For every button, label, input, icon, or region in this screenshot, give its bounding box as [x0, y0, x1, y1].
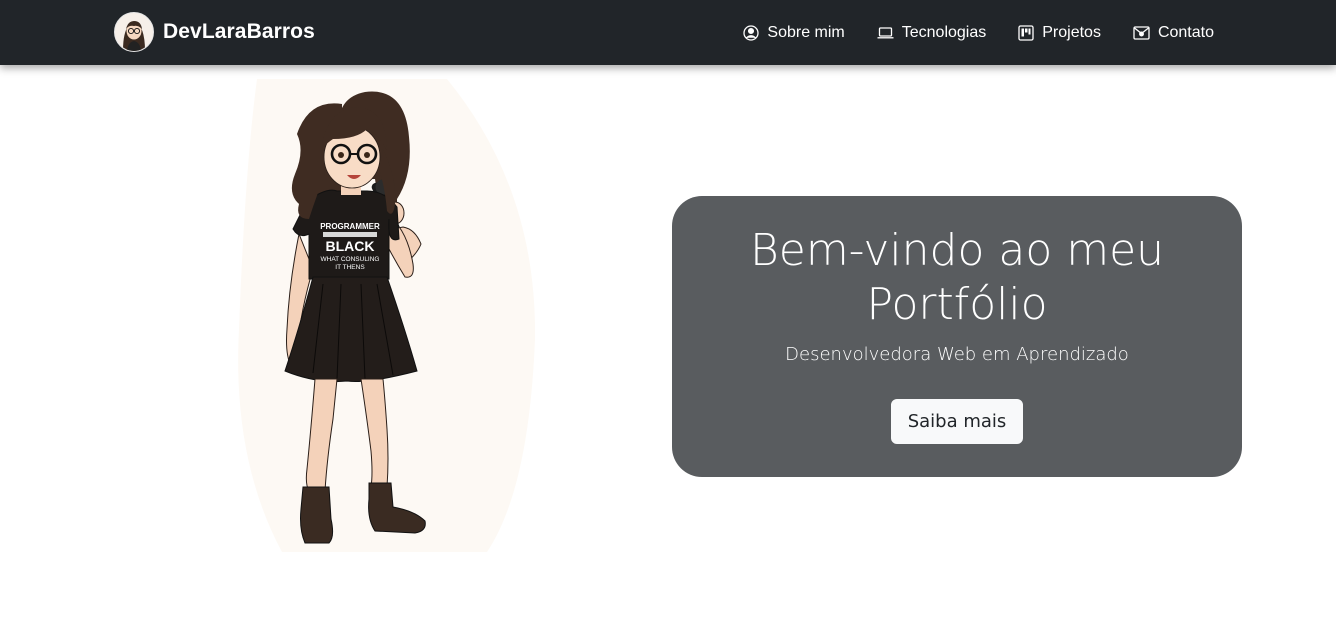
shirt-line-1: PROGRAMMER — [320, 222, 380, 231]
nav-link-tecnologias[interactable]: Tecnologias — [877, 23, 987, 42]
shirt-line-2: BLACK — [326, 238, 375, 254]
welcome-card: Bem-vindo ao meu Portfólio Desenvolvedor… — [672, 196, 1242, 477]
page-title: Bem-vindo ao meu Portfólio — [749, 225, 1165, 330]
nav-link-label: Projetos — [1042, 23, 1101, 41]
nav-link-contato[interactable]: Contato — [1133, 24, 1214, 42]
laptop-icon — [877, 25, 902, 41]
brand-name: DevLaraBarros — [163, 20, 315, 43]
kanban-icon — [1018, 24, 1042, 41]
nav-link-sobre-mim[interactable]: Sobre mim — [743, 23, 845, 42]
page-subtitle: Desenvolvedora Web em Aprendizado — [785, 344, 1129, 365]
brand-link[interactable]: DevLaraBarros — [114, 12, 315, 52]
nav-link-label: Contato — [1157, 23, 1214, 41]
girl-with-microphone-illustration: PROGRAMMER BLACK WHAT CONSULING IT THENS — [237, 79, 537, 552]
avatar — [114, 12, 154, 52]
saiba-mais-button[interactable]: Saiba mais — [890, 399, 1024, 444]
nav-link-label: Sobre mim — [767, 23, 845, 41]
nav-link-label: Tecnologias — [901, 23, 987, 41]
shirt-line-4: IT THENS — [335, 264, 365, 271]
nav-menu: Sobre mim Tecnologias Projetos Contato — [711, 0, 1214, 65]
nav-link-projetos[interactable]: Projetos — [1018, 24, 1101, 42]
top-navbar: DevLaraBarros Sobre mim Tecnologias Proj… — [0, 0, 1336, 65]
envelope-icon — [1133, 25, 1158, 41]
person-circle-icon — [743, 24, 767, 41]
shirt-line-3: WHAT CONSULING — [321, 256, 380, 263]
